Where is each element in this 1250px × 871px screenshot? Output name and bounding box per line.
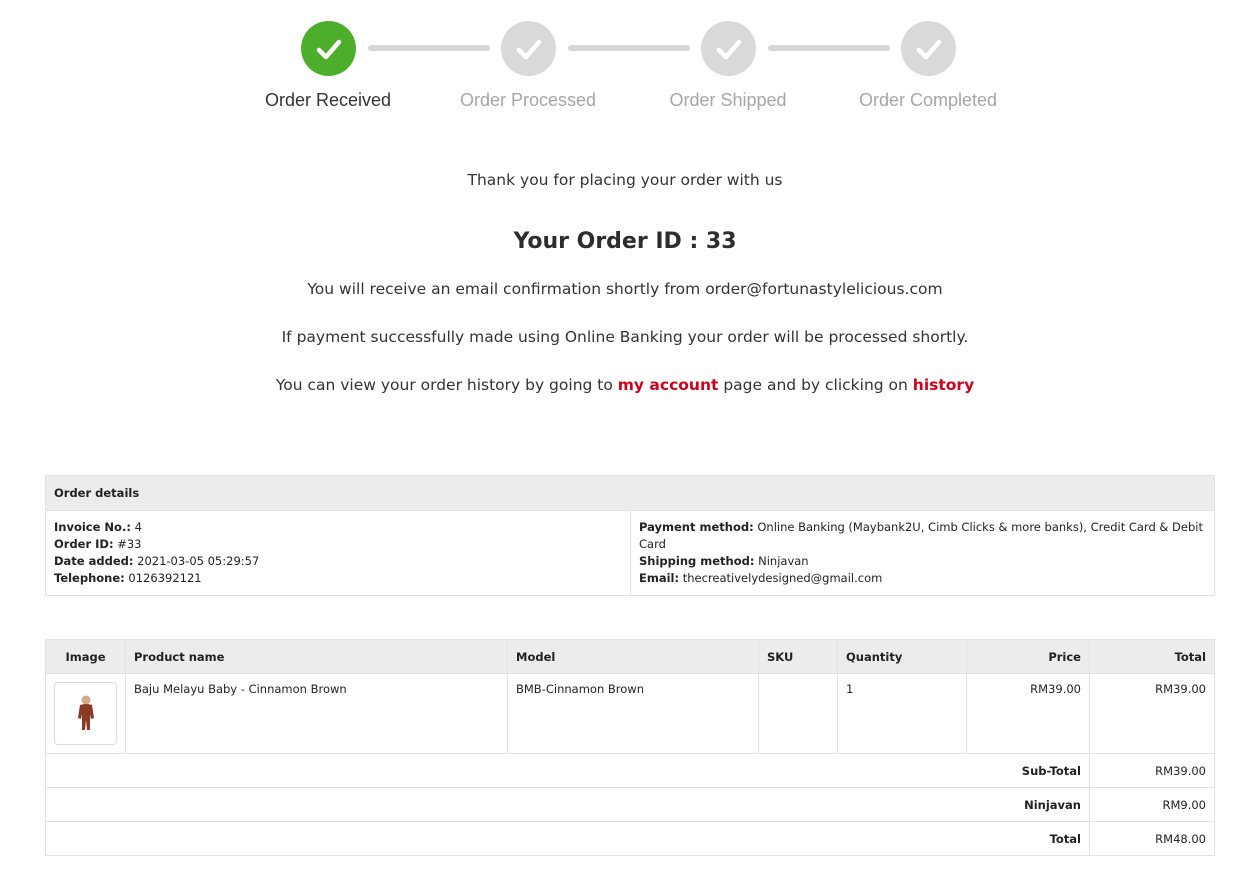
subtotal-row: Sub-Total RM39.00 [45, 753, 1215, 788]
order-id-heading: Your Order ID : 33 [513, 229, 737, 254]
col-sku: SKU [758, 639, 838, 674]
history-link[interactable]: history [913, 376, 974, 394]
subtotal-label: Sub-Total [45, 753, 1090, 788]
history-note-middle: page and by clicking on [723, 376, 908, 394]
order-products-table: Image Product name Model SKU Quantity Pr… [45, 639, 1215, 856]
col-quantity: Quantity [837, 639, 967, 674]
step-connector [568, 45, 690, 51]
product-price: RM39.00 [966, 673, 1090, 754]
step-label-processed: Order Processed [459, 90, 597, 110]
col-total: Total [1089, 639, 1215, 674]
total-value: RM48.00 [1089, 821, 1215, 856]
email-line: Email: thecreativelydesigned@gmail.com [639, 571, 883, 585]
col-price: Price [966, 639, 1090, 674]
product-quantity: 1 [837, 673, 967, 754]
subtotal-value: RM39.00 [1089, 753, 1215, 788]
order-progress-tracker: Order Received Order Processed Order Shi… [0, 0, 1250, 130]
payment-note: If payment successfully made using Onlin… [281, 328, 969, 346]
product-sku [758, 673, 838, 754]
order-history-note: You can view your order history by going… [0, 376, 1250, 394]
history-note-prefix: You can view your order history by going… [275, 376, 613, 394]
product-thumbnail[interactable] [54, 682, 117, 745]
product-model: BMB-Cinnamon Brown [507, 673, 759, 754]
table-row: Baju Melayu Baby - Cinnamon Brown BMB-Ci… [45, 673, 1215, 754]
invoice-line: Invoice No.: 4 [54, 520, 142, 534]
payment-info-cell: Payment method: Online Banking (Maybank2… [630, 510, 1215, 596]
step-label-completed: Order Completed [858, 90, 998, 110]
shipping-label: Ninjavan [45, 787, 1090, 822]
step-label-received: Order Received [264, 90, 392, 110]
product-total: RM39.00 [1089, 673, 1215, 754]
col-model: Model [507, 639, 759, 674]
product-image-cell [45, 673, 126, 754]
payment-method-line: Payment method: Online Banking (Maybank2… [639, 520, 1203, 551]
col-image: Image [45, 639, 126, 674]
order-details-header: Order details [45, 475, 1215, 511]
order-details-table: Order details Invoice No.: 4 Order ID: #… [45, 475, 1215, 596]
shipping-row: Ninjavan RM9.00 [45, 787, 1215, 822]
shipping-value: RM9.00 [1089, 787, 1215, 822]
step-connector [768, 45, 890, 51]
thank-you-message: Thank you for placing your order with us [467, 171, 783, 189]
step-connector [368, 45, 490, 51]
order-info-cell: Invoice No.: 4 Order ID: #33 Date added:… [45, 510, 631, 596]
step-4-check-icon [901, 21, 956, 76]
date-added-line: Date added: 2021-03-05 05:29:57 [54, 554, 260, 568]
step-label-shipped: Order Shipped [669, 90, 787, 110]
order-id-line: Order ID: #33 [54, 537, 142, 551]
step-3-check-icon [701, 21, 756, 76]
total-label: Total [45, 821, 1090, 856]
product-name[interactable]: Baju Melayu Baby - Cinnamon Brown [125, 673, 508, 754]
telephone-line: Telephone: 0126392121 [54, 571, 202, 585]
col-product-name: Product name [125, 639, 508, 674]
step-2-check-icon [501, 21, 556, 76]
step-1-check-icon [301, 21, 356, 76]
baby-outfit-icon [77, 695, 94, 730]
email-confirmation-note: You will receive an email confirmation s… [307, 280, 943, 298]
total-row: Total RM48.00 [45, 821, 1215, 856]
my-account-link[interactable]: my account [618, 376, 719, 394]
shipping-method-line: Shipping method: Ninjavan [639, 554, 809, 568]
